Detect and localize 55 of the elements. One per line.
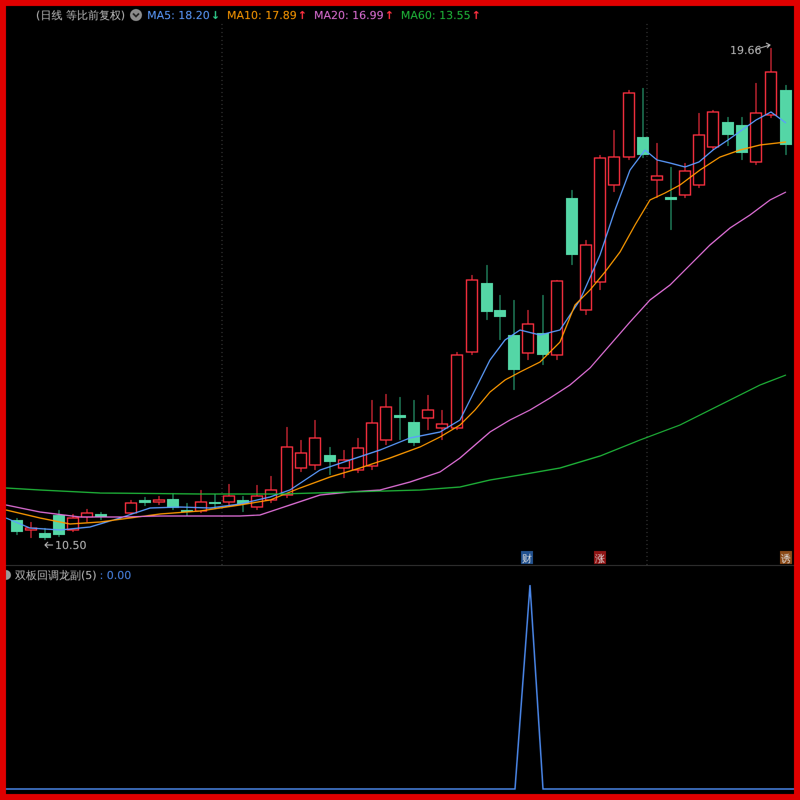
candlestick: [194, 490, 208, 514]
indicator-value: : 0.00: [100, 568, 132, 582]
ma-value: MA20: 16.99: [314, 8, 384, 22]
trend-arrow: ↑: [472, 8, 481, 22]
candlestick: [494, 294, 506, 340]
candlestick: [80, 508, 94, 522]
candlestick: [637, 88, 649, 158]
candlestick: [139, 496, 151, 506]
candlestick: [39, 528, 51, 540]
chart-title: (日线 等比前复权): [36, 8, 126, 22]
candlestick: [722, 116, 734, 146]
candlestick: [622, 90, 636, 160]
candlestick: [665, 166, 677, 230]
candlestick: [264, 476, 278, 504]
high-price-label: 19.66: [730, 44, 762, 57]
candlestick: [53, 510, 65, 538]
candlestick: [422, 394, 434, 430]
trend-arrow: ↑: [298, 8, 307, 22]
candlestick: [380, 394, 392, 446]
candlestick: [537, 294, 549, 366]
candlestick: [24, 522, 38, 538]
candlestick: [736, 116, 748, 160]
candlestick: [250, 484, 264, 510]
event-tag[interactable]: 诱: [780, 551, 792, 565]
candlestick: [181, 502, 193, 516]
trend-arrow: ↓: [210, 8, 220, 22]
low-price-label: 10.50: [55, 539, 86, 552]
candlestick: [11, 518, 23, 536]
candlestick: [324, 446, 336, 476]
candlestick: [338, 450, 350, 478]
candlestick: [650, 142, 664, 198]
candlestick: [764, 48, 778, 118]
event-tag[interactable]: 涨: [594, 551, 606, 565]
candlestick: [209, 494, 221, 510]
ma-value: MA5: 18.20: [147, 8, 210, 22]
candlestick: [222, 484, 236, 506]
candlestick: [522, 310, 534, 360]
candlestick: [436, 410, 448, 440]
dropdown-icon[interactable]: [130, 9, 142, 21]
candlestick: [152, 496, 166, 506]
event-tag[interactable]: 财: [521, 551, 533, 565]
candlestick: [95, 512, 107, 520]
candlestick: [408, 400, 420, 446]
ma-value: MA60: 13.55: [400, 8, 471, 22]
candlestick: [237, 496, 249, 512]
ma-value: MA10: 17.89: [227, 8, 297, 22]
candlestick: [481, 264, 493, 320]
indicator-name: 双板回调龙副(5): [15, 568, 97, 582]
candlestick: [394, 396, 406, 440]
trend-arrow: ↑: [384, 8, 394, 22]
candlestick: [124, 500, 138, 516]
candlestick: [66, 514, 80, 532]
candlestick: [167, 492, 179, 510]
arrow-icon: [44, 542, 54, 548]
candlestick: [780, 84, 792, 156]
